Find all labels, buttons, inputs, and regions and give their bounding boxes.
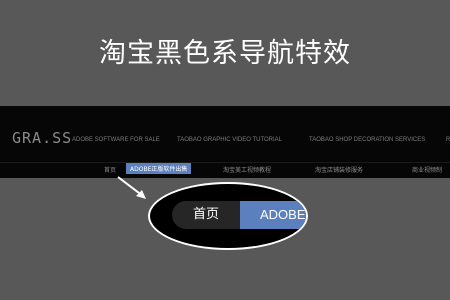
zoom-magnifier: 首页 ADOBE	[148, 182, 308, 250]
zoomed-active-tab: ADOBE	[240, 201, 306, 229]
zoomed-home-tab: 首页	[172, 201, 240, 229]
pointer-arrow-icon	[117, 176, 146, 199]
